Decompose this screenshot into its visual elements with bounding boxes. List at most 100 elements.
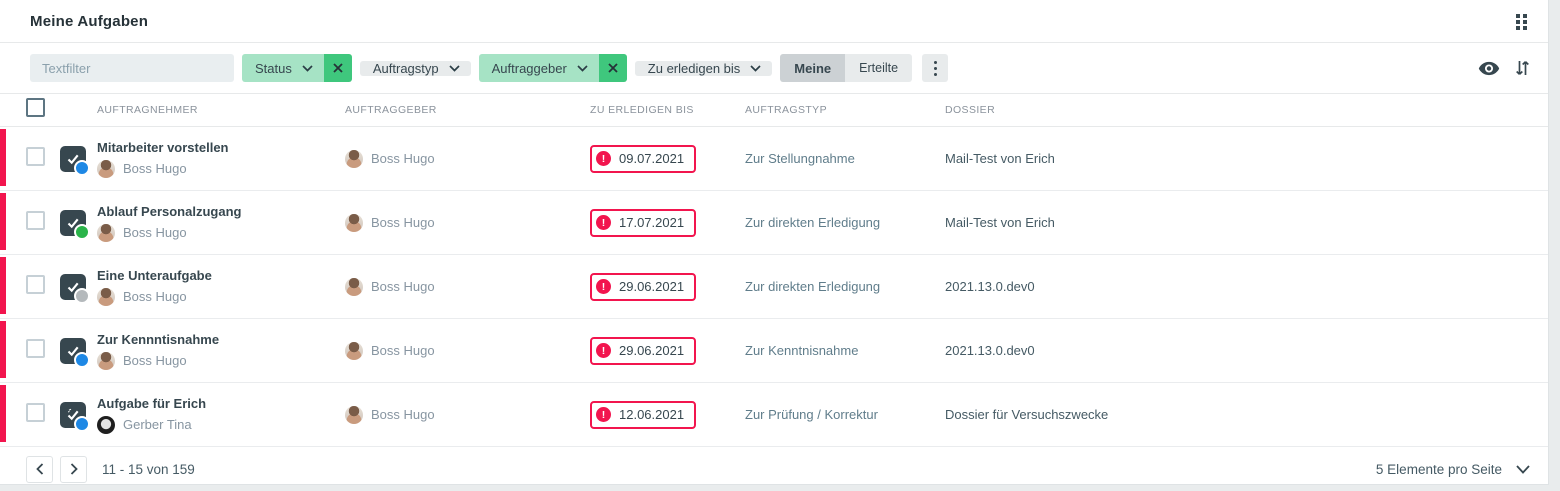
due-date-filter-label: Zu erledigen bis	[648, 61, 741, 76]
task-check-icon	[60, 210, 86, 236]
status-filter-clear-button[interactable]	[324, 54, 352, 82]
chevron-down-icon	[577, 65, 588, 72]
auftraggeber-filter-chip[interactable]: Auftraggeber	[479, 54, 599, 82]
dossier-value: 2021.13.0.dev0	[945, 279, 1548, 294]
drag-grid-icon[interactable]	[1508, 8, 1534, 34]
filter-toolbar: Status Auftragstyp Auftraggeber Zu erled…	[0, 43, 1548, 94]
status-filter-chip[interactable]: Status	[242, 54, 324, 82]
client-avatar	[345, 406, 363, 424]
table-row[interactable]: Mitarbeiter vorstellen Boss Hugo Boss Hu…	[0, 127, 1548, 191]
pagination-range: 11 - 15 von 159	[102, 462, 195, 477]
table-row[interactable]: Eine Unteraufgabe Boss Hugo Boss Hugo 29…	[0, 255, 1548, 319]
due-date-badge: 29.06.2021	[590, 337, 696, 365]
select-all-checkbox[interactable]	[26, 98, 45, 117]
due-date: 29.06.2021	[619, 279, 684, 294]
next-page-button[interactable]	[60, 456, 87, 483]
page-size-select[interactable]: 5 Elemente pro Seite	[1376, 462, 1530, 477]
chevron-down-icon	[449, 65, 460, 72]
due-date-badge: 12.06.2021	[590, 401, 696, 429]
auftragstyp-value: Zur Stellungnahme	[745, 151, 945, 166]
chevron-down-icon	[302, 65, 313, 72]
client-name: Boss Hugo	[371, 343, 435, 358]
due-date: 09.07.2021	[619, 151, 684, 166]
column-header-auftragnehmer[interactable]: AUFTRAGNEHMER	[97, 104, 345, 116]
task-check-icon	[60, 338, 86, 364]
client-avatar	[345, 278, 363, 296]
sort-arrows-icon	[1515, 59, 1530, 77]
task-title[interactable]: Zur Kennntisnahme	[97, 332, 345, 347]
row-checkbox[interactable]	[26, 403, 45, 422]
toggle-meine-button[interactable]: Meine	[780, 54, 845, 82]
chevron-down-icon	[750, 65, 761, 72]
task-title[interactable]: Eine Unteraufgabe	[97, 268, 345, 283]
task-title[interactable]: Ablauf Personalzugang	[97, 204, 345, 219]
page-size-label: 5 Elemente pro Seite	[1376, 462, 1502, 477]
overdue-alert-icon	[596, 279, 611, 294]
overdue-alert-icon	[596, 343, 611, 358]
auftragstyp-filter-chip[interactable]: Auftragstyp	[360, 61, 471, 76]
column-header-dossier[interactable]: DOSSIER	[945, 104, 1548, 116]
row-checkbox[interactable]	[26, 339, 45, 358]
tasks-panel: Meine Aufgaben Status Auftragstyp	[0, 0, 1549, 485]
sort-button[interactable]	[1515, 59, 1530, 77]
overdue-alert-icon	[596, 215, 611, 230]
dossier-value: Mail-Test von Erich	[945, 151, 1548, 166]
assignee-avatar	[97, 416, 115, 434]
assignee-avatar	[97, 352, 115, 370]
panel-titlebar: Meine Aufgaben	[0, 0, 1548, 43]
task-title[interactable]: Aufgabe für Erich	[97, 396, 345, 411]
auftraggeber-filter: Auftraggeber	[479, 54, 627, 82]
due-date-filter-chip[interactable]: Zu erledigen bis	[635, 61, 773, 76]
dossier-value: Dossier für Versuchszwecke	[945, 407, 1548, 422]
row-checkbox[interactable]	[26, 211, 45, 230]
assignee-avatar	[97, 224, 115, 242]
client-avatar	[345, 214, 363, 232]
column-header-zu-erledigen-bis[interactable]: ZU ERLEDIGEN BIS	[590, 104, 745, 116]
more-options-button[interactable]	[922, 54, 948, 82]
task-check-icon	[60, 274, 86, 300]
table-row[interactable]: Zur Kennntisnahme Boss Hugo Boss Hugo 29…	[0, 319, 1548, 383]
row-checkbox[interactable]	[26, 147, 45, 166]
x-icon	[332, 62, 344, 74]
assignee-name: Boss Hugo	[123, 225, 187, 240]
toolbar-right-icons	[1478, 59, 1532, 77]
eye-icon	[1478, 61, 1500, 76]
chevron-right-icon	[70, 463, 78, 475]
task-check-icon	[60, 402, 86, 428]
auftragstyp-value: Zur Kenntnisnahme	[745, 343, 945, 358]
visibility-eye-button[interactable]	[1478, 61, 1500, 76]
overdue-alert-icon	[596, 151, 611, 166]
client-avatar	[345, 150, 363, 168]
due-date-badge: 09.07.2021	[590, 145, 696, 173]
due-date-badge: 29.06.2021	[590, 273, 696, 301]
table-header-row: AUFTRAGNEHMER AUFTRAGGEBER ZU ERLEDIGEN …	[0, 94, 1548, 127]
status-filter-label: Status	[255, 61, 292, 76]
client-name: Boss Hugo	[371, 407, 435, 422]
status-dot-icon	[74, 288, 90, 304]
assignee-name: Gerber Tina	[123, 417, 192, 432]
due-date-badge: 17.07.2021	[590, 209, 696, 237]
auftragstyp-value: Zur Prüfung / Korrektur	[745, 407, 945, 422]
auftraggeber-filter-clear-button[interactable]	[599, 54, 627, 82]
toggle-erteilte-button[interactable]: Erteilte	[845, 54, 912, 82]
dossier-value: 2021.13.0.dev0	[945, 343, 1548, 358]
column-header-auftragstyp[interactable]: AUFTRAGSTYP	[745, 104, 945, 116]
table-row[interactable]: Aufgabe für Erich Gerber Tina Boss Hugo …	[0, 383, 1548, 447]
status-dot-icon	[74, 224, 90, 240]
row-checkbox[interactable]	[26, 275, 45, 294]
due-date: 12.06.2021	[619, 407, 684, 422]
assignee-avatar	[97, 160, 115, 178]
task-check-icon	[60, 146, 86, 172]
column-header-auftraggeber[interactable]: AUFTRAGGEBER	[345, 104, 590, 116]
auftragstyp-value: Zur direkten Erledigung	[745, 215, 945, 230]
task-title[interactable]: Mitarbeiter vorstellen	[97, 140, 345, 155]
text-filter-input[interactable]	[30, 54, 234, 82]
pagination-bar: 11 - 15 von 159 5 Elemente pro Seite	[0, 447, 1548, 491]
x-icon	[607, 62, 619, 74]
table-row[interactable]: Ablauf Personalzugang Boss Hugo Boss Hug…	[0, 191, 1548, 255]
due-date: 17.07.2021	[619, 215, 684, 230]
client-avatar	[345, 342, 363, 360]
prev-page-button[interactable]	[26, 456, 53, 483]
assignee-avatar	[97, 288, 115, 306]
status-dot-icon	[74, 352, 90, 368]
